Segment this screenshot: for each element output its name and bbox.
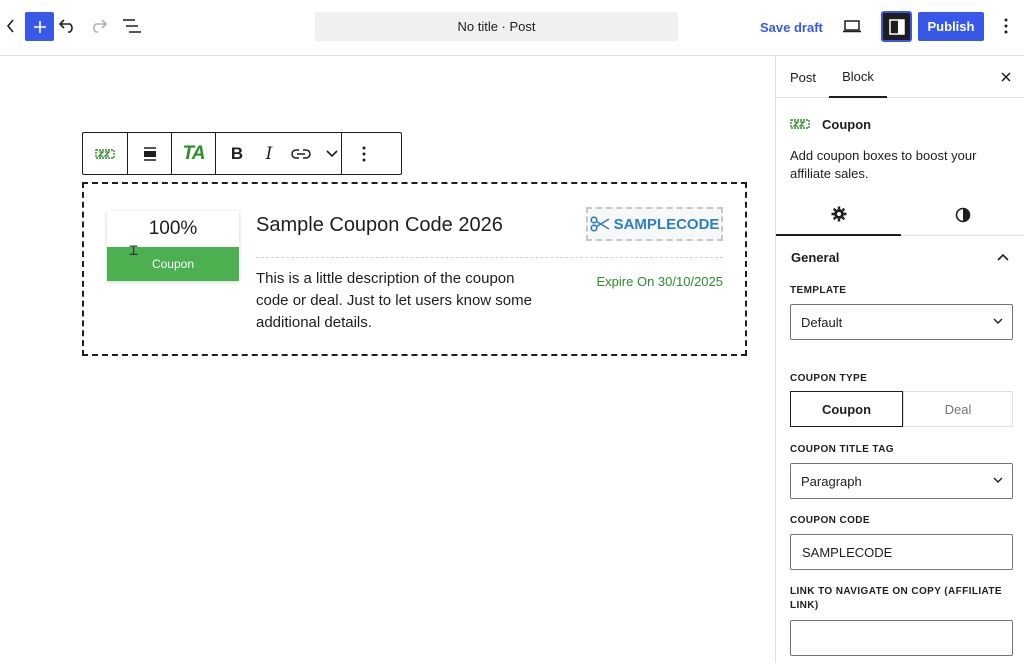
chevron-down-icon [993, 477, 1003, 483]
coupon-type-label: Coupon Type [790, 373, 868, 384]
tab-post[interactable]: Post [790, 56, 816, 98]
text-cursor-icon: ⌶ [129, 241, 139, 259]
block-card: Coupon Add coupon boxes to boost your af… [790, 114, 1015, 183]
coupon-code-input[interactable]: SAMPLECODE [790, 534, 1013, 570]
desktop-preview-icon [843, 20, 861, 33]
affiliate-link-input[interactable] [790, 620, 1013, 656]
preview-button[interactable] [838, 12, 866, 40]
coupon-block[interactable]: 100% Coupon ⌶ Sample Coupon Code 2026 SA… [82, 182, 747, 356]
coupon-code: SAMPLECODE [613, 215, 720, 233]
gear-icon [831, 206, 846, 222]
coupon-logo-icon [790, 119, 810, 129]
template-select[interactable]: Default [790, 304, 1013, 340]
redo-button[interactable] [84, 12, 112, 40]
more-vertical-icon [1004, 18, 1008, 34]
chevron-up-icon [997, 253, 1009, 261]
coupon-type-toggle: Coupon Deal [790, 391, 1013, 427]
more-rich-text-button[interactable] [322, 133, 342, 174]
undo-button[interactable] [54, 12, 82, 40]
panel-general-header[interactable]: General [776, 236, 1024, 278]
bold-button[interactable]: B [216, 133, 258, 174]
coupon-code-label: Coupon Code [790, 515, 870, 526]
sidebar-icon [888, 18, 905, 35]
italic-button[interactable]: I [258, 133, 280, 174]
settings-sidebar: Post Block Coupon Add coupon boxes to bo… [775, 56, 1024, 663]
title-tag-value: Paragraph [801, 473, 862, 489]
title-tag-label: Coupon Title Tag [790, 444, 894, 455]
editor-canvas[interactable]: TA B I 100% Coupon ⌶ Sample Coupon Code … [0, 56, 775, 663]
block-toolbar: TA B I [82, 132, 402, 175]
back-button[interactable] [0, 12, 22, 40]
close-icon [1001, 72, 1011, 82]
coupon-code-box[interactable]: SAMPLECODE [586, 207, 723, 241]
contrast-icon [955, 207, 971, 223]
plus-icon [33, 20, 46, 33]
coupon-description[interactable]: This is a little description of the coup… [256, 268, 546, 334]
coupon-expire[interactable]: Expire On 30/10/2025 [554, 274, 723, 289]
affiliate-link-label: Link to navigate on copy (Affiliate Link… [790, 586, 1002, 611]
publish-button[interactable]: Publish [918, 12, 984, 41]
template-value: Default [801, 314, 843, 330]
block-description: Add coupon boxes to boost your affiliate… [790, 148, 977, 181]
thirsty-affiliates-button[interactable]: TA [172, 133, 216, 174]
options-button[interactable] [992, 12, 1020, 40]
settings-toggle-button[interactable] [881, 11, 912, 42]
block-name: Coupon [822, 116, 872, 132]
coupon-discount-box: 100% Coupon [107, 211, 239, 281]
block-type-button[interactable] [83, 133, 128, 174]
redo-icon [93, 19, 107, 33]
document-title: No title · Post [457, 19, 536, 34]
coupon-type-option-coupon[interactable]: Coupon [790, 391, 903, 427]
tab-block[interactable]: Block [829, 56, 887, 98]
template-label: Template [790, 285, 847, 296]
align-center-icon [143, 146, 156, 161]
block-inspector-tabs [776, 194, 1024, 236]
title-tag-select[interactable]: Paragraph [790, 463, 1013, 499]
coupon-button[interactable]: Coupon [107, 247, 239, 281]
tab-block-styles[interactable] [901, 194, 1024, 236]
coupon-title[interactable]: Sample Coupon Code 2026 [256, 214, 503, 237]
document-title-bar[interactable]: No title · Post [315, 12, 678, 41]
chevron-down-icon [993, 318, 1003, 324]
panel-title: General [791, 249, 840, 265]
more-vertical-icon [362, 146, 366, 161]
tab-block-settings[interactable] [776, 194, 901, 236]
link-button[interactable] [280, 133, 322, 174]
list-view-icon [123, 19, 141, 33]
save-draft-button[interactable]: Save draft [752, 12, 831, 42]
add-block-button[interactable] [25, 12, 54, 41]
scissors-icon [589, 216, 609, 232]
coupon-discount[interactable]: 100% [107, 211, 239, 247]
coupon-logo-icon [95, 148, 115, 159]
coupon-divider [256, 257, 723, 258]
link-icon [291, 148, 311, 159]
coupon-type-option-deal[interactable]: Deal [903, 391, 1013, 427]
align-button[interactable] [128, 133, 172, 174]
editor-header: No title · Post Save draft Publish [0, 0, 1024, 56]
undo-icon [59, 19, 73, 33]
document-overview-button[interactable] [118, 12, 146, 40]
panel-collapse-button[interactable] [993, 247, 1013, 267]
chevron-left-icon [6, 19, 14, 33]
sidebar-tabs: Post Block [776, 56, 1024, 98]
close-settings-button[interactable] [996, 67, 1016, 87]
chevron-down-icon [325, 149, 338, 157]
block-options-button[interactable] [342, 133, 386, 174]
